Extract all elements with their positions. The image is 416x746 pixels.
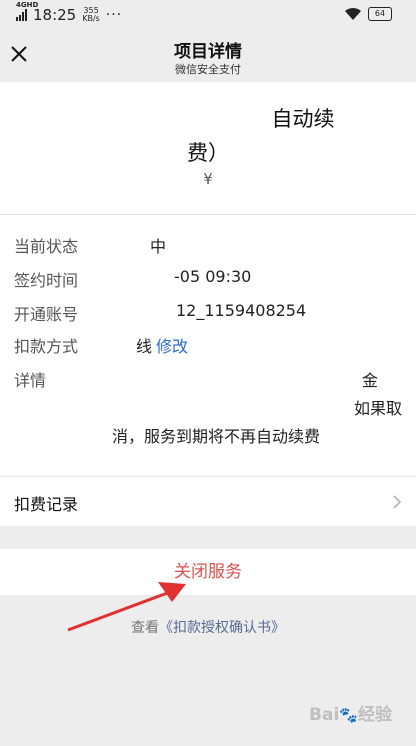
more-notifications-icon: ··· bbox=[105, 7, 123, 23]
detail-label: 详情 bbox=[14, 371, 47, 390]
deduct-record-row[interactable]: 扣费记录 bbox=[0, 476, 416, 526]
page-title: 项目详情 bbox=[174, 42, 242, 62]
detail-description: 金 如果取 消，服务到期将不再自动续费 bbox=[112, 367, 402, 451]
modify-link[interactable]: 修改 bbox=[156, 337, 188, 356]
service-card: 自动续 费） ¥ bbox=[0, 82, 416, 214]
service-name: 自动续 费） bbox=[0, 102, 416, 170]
detail-label: 开通账号 bbox=[14, 305, 79, 324]
watermark-text: Bai bbox=[309, 705, 340, 725]
chevron-right-icon bbox=[393, 495, 402, 509]
page-subtitle: 微信安全支付 bbox=[175, 63, 241, 76]
signal-icon: 4GHD bbox=[16, 1, 38, 21]
paw-icon: 🐾 bbox=[339, 706, 358, 724]
service-amount: ¥ bbox=[203, 170, 213, 188]
annotation-arrow-icon bbox=[67, 582, 186, 632]
watermark-suffix: 经验 bbox=[358, 705, 392, 725]
clock: 18:25 bbox=[33, 6, 77, 24]
detail-value: 中 bbox=[150, 237, 167, 256]
desc-line2: 如果取 bbox=[353, 399, 402, 418]
detail-value: -05 09:30 bbox=[174, 267, 252, 286]
network-type: 4GHD bbox=[16, 1, 39, 9]
speed-unit: KB/s bbox=[82, 14, 100, 23]
details-card: 当前状态 中 签约时间 -05 09:30 开通账号 12_1159408254… bbox=[0, 214, 416, 477]
detail-value: 线 bbox=[136, 337, 153, 356]
detail-label: 签约时间 bbox=[14, 271, 79, 290]
detail-label: 当前状态 bbox=[14, 237, 79, 256]
battery-icon: 64 bbox=[368, 7, 392, 21]
service-name-line1: 自动续 bbox=[271, 107, 335, 131]
deduct-record-label: 扣费记录 bbox=[14, 495, 79, 514]
desc-line3: 消，服务到期将不再自动续费 bbox=[112, 427, 321, 446]
desc-line1: 金 bbox=[361, 371, 378, 390]
network-speed: 355 KB/s bbox=[82, 7, 100, 23]
detail-value: 12_1159408254 bbox=[176, 301, 307, 320]
header: 项目详情 微信安全支付 bbox=[0, 30, 416, 82]
service-name-line2: 费） bbox=[187, 141, 229, 165]
detail-label: 扣款方式 bbox=[14, 337, 79, 356]
baidu-watermark: Bai🐾经验 bbox=[309, 700, 392, 725]
wifi-icon bbox=[345, 7, 361, 20]
status-bar: 4GHD 18:25 355 KB/s ··· 64 bbox=[0, 0, 416, 30]
